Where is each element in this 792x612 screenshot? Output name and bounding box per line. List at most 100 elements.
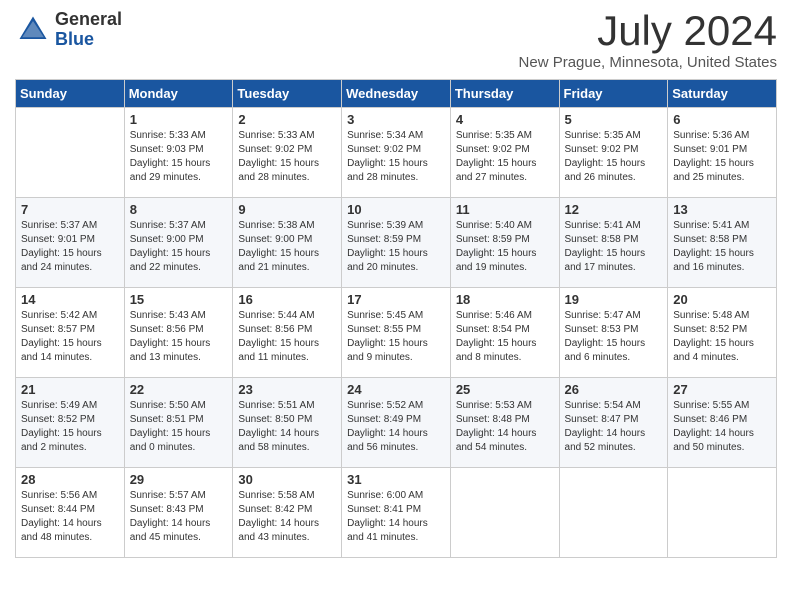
calendar-week-row: 1 Sunrise: 5:33 AM Sunset: 9:03 PM Daylig… — [16, 108, 777, 198]
location-title: New Prague, Minnesota, United States — [519, 54, 777, 71]
day-info: Sunrise: 5:38 AM Sunset: 9:00 PM Dayligh… — [238, 219, 336, 275]
day-info: Sunrise: 5:54 AM Sunset: 8:47 PM Dayligh… — [565, 399, 663, 455]
day-number: 8 — [130, 202, 228, 217]
calendar-cell: 27Sunrise: 5:55 AM Sunset: 8:46 PM Dayli… — [668, 378, 777, 468]
day-info: Sunrise: 6:00 AM Sunset: 8:41 PM Dayligh… — [347, 489, 445, 545]
day-info: Sunrise: 5:33 AM Sunset: 9:03 PM Dayligh… — [130, 129, 228, 185]
day-info: Sunrise: 5:45 AM Sunset: 8:55 PM Dayligh… — [347, 309, 445, 365]
page-header: General Blue July 2024 New Prague, Minne… — [15, 10, 777, 71]
calendar-cell: 4 Sunrise: 5:35 AM Sunset: 9:02 PM Daylig… — [450, 108, 559, 198]
calendar-cell: 25Sunrise: 5:53 AM Sunset: 8:48 PM Dayli… — [450, 378, 559, 468]
calendar-cell: 19 Sunrise: 5:47 AM Sunset: 8:53 PM Dayli… — [559, 288, 668, 378]
calendar-week-row: 21 Sunrise: 5:49 AM Sunset: 8:52 PM Dayli… — [16, 378, 777, 468]
month-title: July 2024 — [519, 10, 777, 52]
calendar-week-row: 7Sunrise: 5:37 AM Sunset: 9:01 PM Daylig… — [16, 198, 777, 288]
day-number: 7 — [21, 202, 119, 217]
day-number: 21 — [21, 382, 119, 397]
day-number: 30 — [238, 472, 336, 487]
calendar-cell: 1 Sunrise: 5:33 AM Sunset: 9:03 PM Daylig… — [124, 108, 233, 198]
day-number: 13 — [673, 202, 771, 217]
day-number: 4 — [456, 112, 554, 127]
day-number: 10 — [347, 202, 445, 217]
calendar-table: SundayMondayTuesdayWednesdayThursdayFrid… — [15, 79, 777, 558]
day-number: 11 — [456, 202, 554, 217]
calendar-cell: 30 Sunrise: 5:58 AM Sunset: 8:42 PM Dayli… — [233, 468, 342, 558]
calendar-cell — [450, 468, 559, 558]
day-info: Sunrise: 5:58 AM Sunset: 8:42 PM Dayligh… — [238, 489, 336, 545]
logo-blue: Blue — [55, 29, 94, 49]
day-number: 24 — [347, 382, 445, 397]
day-number: 16 — [238, 292, 336, 307]
calendar-cell: 5 Sunrise: 5:35 AM Sunset: 9:02 PM Daylig… — [559, 108, 668, 198]
day-number: 19 — [565, 292, 663, 307]
calendar-cell: 8 Sunrise: 5:37 AM Sunset: 9:00 PM Daylig… — [124, 198, 233, 288]
calendar-cell: 26Sunrise: 5:54 AM Sunset: 8:47 PM Dayli… — [559, 378, 668, 468]
day-number: 22 — [130, 382, 228, 397]
day-number: 5 — [565, 112, 663, 127]
calendar-cell: 7Sunrise: 5:37 AM Sunset: 9:01 PM Daylig… — [16, 198, 125, 288]
calendar-cell: 28Sunrise: 5:56 AM Sunset: 8:44 PM Dayli… — [16, 468, 125, 558]
column-header-friday: Friday — [559, 80, 668, 108]
day-number: 12 — [565, 202, 663, 217]
day-number: 18 — [456, 292, 554, 307]
day-number: 29 — [130, 472, 228, 487]
calendar-cell: 29Sunrise: 5:57 AM Sunset: 8:43 PM Dayli… — [124, 468, 233, 558]
day-number: 3 — [347, 112, 445, 127]
day-number: 31 — [347, 472, 445, 487]
calendar-body: 1 Sunrise: 5:33 AM Sunset: 9:03 PM Daylig… — [16, 108, 777, 558]
title-block: July 2024 New Prague, Minnesota, United … — [519, 10, 777, 71]
day-info: Sunrise: 5:37 AM Sunset: 9:00 PM Dayligh… — [130, 219, 228, 275]
day-info: Sunrise: 5:44 AM Sunset: 8:56 PM Dayligh… — [238, 309, 336, 365]
logo-general: General — [55, 9, 122, 29]
day-number: 20 — [673, 292, 771, 307]
day-info: Sunrise: 5:55 AM Sunset: 8:46 PM Dayligh… — [673, 399, 771, 455]
day-number: 9 — [238, 202, 336, 217]
calendar-cell: 13 Sunrise: 5:41 AM Sunset: 8:58 PM Dayli… — [668, 198, 777, 288]
day-info: Sunrise: 5:47 AM Sunset: 8:53 PM Dayligh… — [565, 309, 663, 365]
column-header-monday: Monday — [124, 80, 233, 108]
day-number: 23 — [238, 382, 336, 397]
column-header-wednesday: Wednesday — [342, 80, 451, 108]
column-header-tuesday: Tuesday — [233, 80, 342, 108]
calendar-cell — [16, 108, 125, 198]
day-info: Sunrise: 5:52 AM Sunset: 8:49 PM Dayligh… — [347, 399, 445, 455]
calendar-cell: 20 Sunrise: 5:48 AM Sunset: 8:52 PM Dayli… — [668, 288, 777, 378]
calendar-cell: 2Sunrise: 5:33 AM Sunset: 9:02 PM Daylig… — [233, 108, 342, 198]
calendar-cell: 15Sunrise: 5:43 AM Sunset: 8:56 PM Dayli… — [124, 288, 233, 378]
column-header-saturday: Saturday — [668, 80, 777, 108]
day-number: 1 — [130, 112, 228, 127]
calendar-header-row: SundayMondayTuesdayWednesdayThursdayFrid… — [16, 80, 777, 108]
day-info: Sunrise: 5:56 AM Sunset: 8:44 PM Dayligh… — [21, 489, 119, 545]
day-info: Sunrise: 5:53 AM Sunset: 8:48 PM Dayligh… — [456, 399, 554, 455]
logo-text: General Blue — [55, 10, 122, 50]
day-info: Sunrise: 5:41 AM Sunset: 8:58 PM Dayligh… — [673, 219, 771, 275]
calendar-cell: 14 Sunrise: 5:42 AM Sunset: 8:57 PM Dayli… — [16, 288, 125, 378]
day-number: 15 — [130, 292, 228, 307]
calendar-cell: 23Sunrise: 5:51 AM Sunset: 8:50 PM Dayli… — [233, 378, 342, 468]
calendar-cell: 12Sunrise: 5:41 AM Sunset: 8:58 PM Dayli… — [559, 198, 668, 288]
calendar-week-row: 14 Sunrise: 5:42 AM Sunset: 8:57 PM Dayli… — [16, 288, 777, 378]
day-info: Sunrise: 5:39 AM Sunset: 8:59 PM Dayligh… — [347, 219, 445, 275]
calendar-cell: 16 Sunrise: 5:44 AM Sunset: 8:56 PM Dayli… — [233, 288, 342, 378]
column-header-sunday: Sunday — [16, 80, 125, 108]
day-info: Sunrise: 5:40 AM Sunset: 8:59 PM Dayligh… — [456, 219, 554, 275]
day-info: Sunrise: 5:35 AM Sunset: 9:02 PM Dayligh… — [456, 129, 554, 185]
day-number: 17 — [347, 292, 445, 307]
calendar-cell: 24 Sunrise: 5:52 AM Sunset: 8:49 PM Dayli… — [342, 378, 451, 468]
day-info: Sunrise: 5:42 AM Sunset: 8:57 PM Dayligh… — [21, 309, 119, 365]
calendar-cell: 3Sunrise: 5:34 AM Sunset: 9:02 PM Daylig… — [342, 108, 451, 198]
calendar-cell — [668, 468, 777, 558]
calendar-cell: 31 Sunrise: 6:00 AM Sunset: 8:41 PM Dayli… — [342, 468, 451, 558]
calendar-cell: 21 Sunrise: 5:49 AM Sunset: 8:52 PM Dayli… — [16, 378, 125, 468]
day-info: Sunrise: 5:35 AM Sunset: 9:02 PM Dayligh… — [565, 129, 663, 185]
day-number: 14 — [21, 292, 119, 307]
day-info: Sunrise: 5:48 AM Sunset: 8:52 PM Dayligh… — [673, 309, 771, 365]
day-info: Sunrise: 5:49 AM Sunset: 8:52 PM Dayligh… — [21, 399, 119, 455]
day-info: Sunrise: 5:50 AM Sunset: 8:51 PM Dayligh… — [130, 399, 228, 455]
calendar-cell: 9 Sunrise: 5:38 AM Sunset: 9:00 PM Daylig… — [233, 198, 342, 288]
day-info: Sunrise: 5:36 AM Sunset: 9:01 PM Dayligh… — [673, 129, 771, 185]
calendar-cell: 17 Sunrise: 5:45 AM Sunset: 8:55 PM Dayli… — [342, 288, 451, 378]
calendar-cell: 10 Sunrise: 5:39 AM Sunset: 8:59 PM Dayli… — [342, 198, 451, 288]
logo-icon — [15, 12, 51, 48]
logo: General Blue — [15, 10, 122, 50]
